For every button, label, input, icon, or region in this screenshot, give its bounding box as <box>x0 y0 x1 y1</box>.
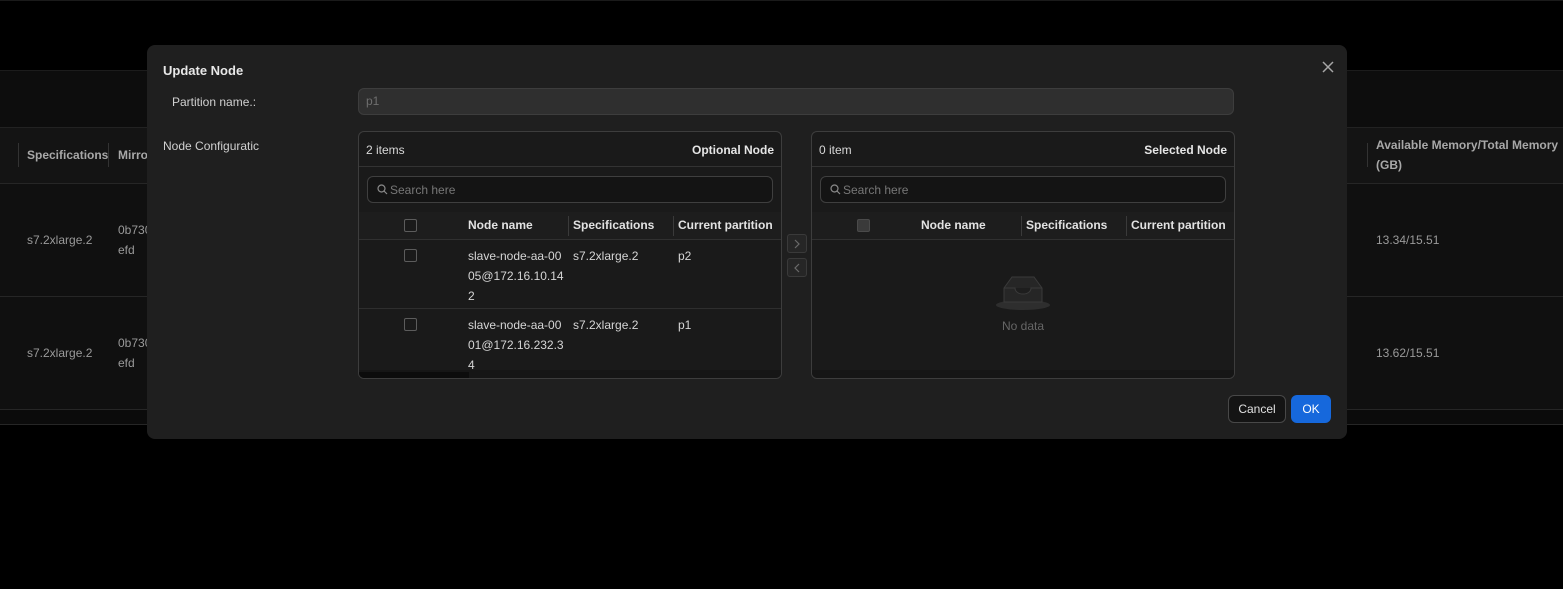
item-count: 2 items <box>366 143 405 157</box>
column-node-name: Node name <box>921 218 986 232</box>
node-name: slave-node-aa-0001@172.16.232.34 <box>468 318 564 372</box>
node-partition: p1 <box>678 318 692 332</box>
column-header-memory: Available Memory/Total Memory <box>1376 138 1559 152</box>
horizontal-scrollbar <box>812 370 1234 378</box>
node-configuration-label: Node Configuratic <box>163 139 260 153</box>
search-input[interactable] <box>843 181 1213 199</box>
optional-node-list: 2 items Optional Node Node name Specific… <box>358 131 782 379</box>
column-separator <box>568 216 569 236</box>
update-node-modal: Update Node Partition name.: p1 Node Con… <box>147 45 1347 439</box>
empty-inbox-icon <box>996 276 1050 310</box>
search-input[interactable] <box>390 181 760 199</box>
move-left-button[interactable] <box>787 258 807 277</box>
select-all-checkbox[interactable] <box>857 219 870 232</box>
empty-state <box>812 272 1234 315</box>
row-mirror: efd <box>118 356 135 370</box>
column-current-partition: Current partition <box>678 218 773 232</box>
column-current-partition: Current partition <box>1131 218 1226 232</box>
node-partition: p2 <box>678 249 692 263</box>
row-checkbox[interactable] <box>404 318 417 331</box>
column-separator <box>1367 143 1368 167</box>
search-icon <box>830 184 841 195</box>
list-header: 2 items Optional Node <box>359 132 781 167</box>
table-head: Node name Specifications Current partiti… <box>359 212 781 240</box>
column-header-memory-unit: (GB) <box>1376 158 1402 172</box>
scrollbar-thumb[interactable] <box>359 372 469 378</box>
chevron-left-icon <box>794 263 800 272</box>
partition-name-label: Partition name.: <box>172 95 257 109</box>
row-memory: 13.62/15.51 <box>1376 346 1440 360</box>
list-header: 0 item Selected Node <box>812 132 1234 167</box>
column-node-name: Node name <box>468 218 533 232</box>
column-separator <box>18 143 19 167</box>
item-count: 0 item <box>819 143 852 157</box>
column-separator <box>1126 216 1127 236</box>
close-button[interactable] <box>1317 56 1339 78</box>
row-memory: 13.34/15.51 <box>1376 233 1440 247</box>
column-separator <box>673 216 674 236</box>
node-spec: s7.2xlarge.2 <box>573 318 639 332</box>
row-checkbox[interactable] <box>404 249 417 262</box>
row-spec: s7.2xlarge.2 <box>27 233 93 247</box>
horizontal-scrollbar[interactable] <box>359 370 781 378</box>
partition-name-input[interactable]: p1 <box>358 88 1234 115</box>
top-divider <box>0 0 1563 1</box>
list-title: Selected Node <box>1144 143 1227 157</box>
row-spec: s7.2xlarge.2 <box>27 346 93 360</box>
node-name: slave-node-aa-0005@172.16.10.142 <box>468 249 564 303</box>
column-specifications: Specifications <box>1026 218 1108 232</box>
search-box[interactable] <box>367 176 773 203</box>
selected-node-list: 0 item Selected Node Node name Specifica… <box>811 131 1235 379</box>
cancel-button[interactable]: Cancel <box>1228 395 1286 423</box>
list-title: Optional Node <box>692 143 774 157</box>
column-separator <box>1021 216 1022 236</box>
chevron-right-icon <box>794 239 800 248</box>
row-mirror: efd <box>118 243 135 257</box>
move-right-button[interactable] <box>787 234 807 253</box>
search-box[interactable] <box>820 176 1226 203</box>
table-head: Node name Specifications Current partiti… <box>812 212 1234 240</box>
column-header-mirror: Mirro <box>118 148 148 162</box>
node-spec: s7.2xlarge.2 <box>573 249 639 263</box>
column-specifications: Specifications <box>573 218 655 232</box>
ok-button[interactable]: OK <box>1291 395 1331 423</box>
table-row[interactable]: slave-node-aa-0001@172.16.232.34 s7.2xla… <box>359 309 781 378</box>
modal-title: Update Node <box>163 63 244 78</box>
empty-text: No data <box>1001 319 1045 333</box>
select-all-checkbox[interactable] <box>404 219 417 232</box>
column-header-specifications: Specifications <box>27 148 109 162</box>
close-icon <box>1322 61 1334 73</box>
table-row[interactable]: slave-node-aa-0005@172.16.10.142 s7.2xla… <box>359 240 781 309</box>
search-icon <box>377 184 388 195</box>
